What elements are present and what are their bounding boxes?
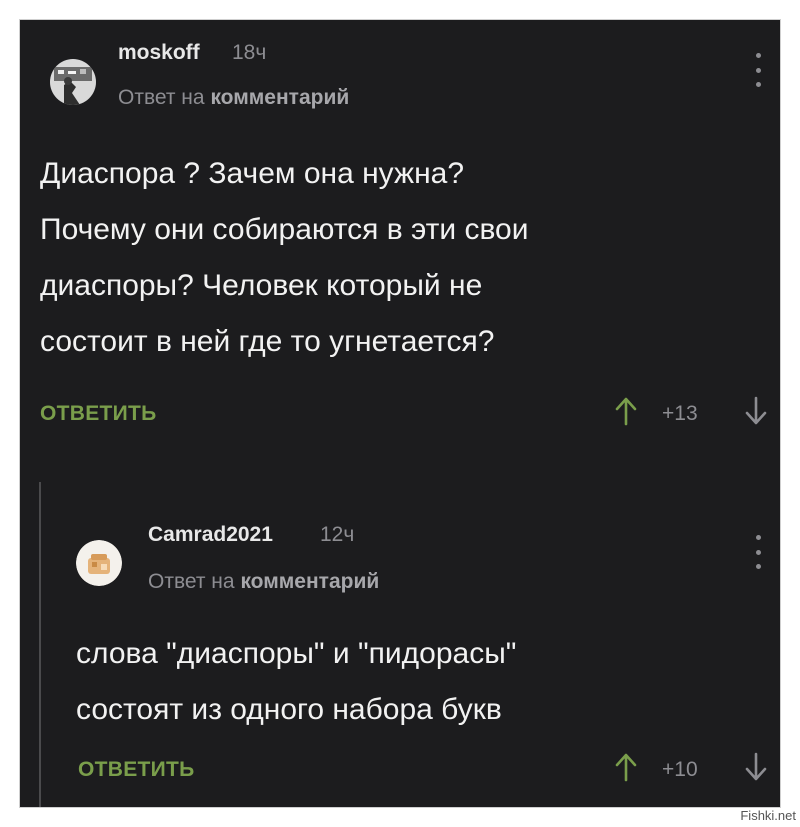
- reply-to-prefix: Ответ на: [148, 570, 235, 593]
- comment: moskoff 18ч Ответ на комментарий Диаспор…: [20, 20, 780, 460]
- comment: Camrad2021 12ч Ответ на комментарий слов…: [20, 482, 780, 807]
- comment-score: +10: [662, 758, 698, 781]
- reply-button[interactable]: ОТВЕТИТЬ: [78, 758, 195, 782]
- reply-to-target[interactable]: комментарий: [210, 86, 349, 109]
- comments-panel: moskoff 18ч Ответ на комментарий Диаспор…: [20, 20, 780, 807]
- comment-time: 12ч: [320, 523, 355, 546]
- avatar[interactable]: [50, 59, 96, 105]
- reply-to-target[interactable]: комментарий: [240, 570, 379, 593]
- more-options-icon[interactable]: [753, 53, 763, 87]
- comment-body: Диаспора ? Зачем она нужна? Почему они с…: [40, 157, 529, 358]
- arrow-down-icon[interactable]: [744, 396, 768, 426]
- arrow-down-icon[interactable]: [744, 752, 768, 782]
- arrow-up-icon[interactable]: [614, 752, 638, 782]
- watermark: Fishki.net: [740, 808, 796, 823]
- author-name[interactable]: Camrad2021: [148, 523, 273, 547]
- more-options-icon[interactable]: [753, 535, 763, 569]
- reply-to-prefix: Ответ на: [118, 86, 205, 109]
- reply-to-link[interactable]: Ответ на комментарий: [148, 570, 379, 594]
- arrow-up-icon[interactable]: [614, 396, 638, 426]
- comment-body: слова "диаспоры" и "пидорасы" состоят из…: [76, 637, 517, 726]
- comment-score: +13: [662, 402, 698, 425]
- author-name[interactable]: moskoff: [118, 41, 200, 65]
- reply-button[interactable]: ОТВЕТИТЬ: [40, 402, 157, 426]
- avatar[interactable]: [76, 540, 122, 586]
- reply-to-link[interactable]: Ответ на комментарий: [118, 86, 349, 110]
- comment-time: 18ч: [232, 41, 267, 64]
